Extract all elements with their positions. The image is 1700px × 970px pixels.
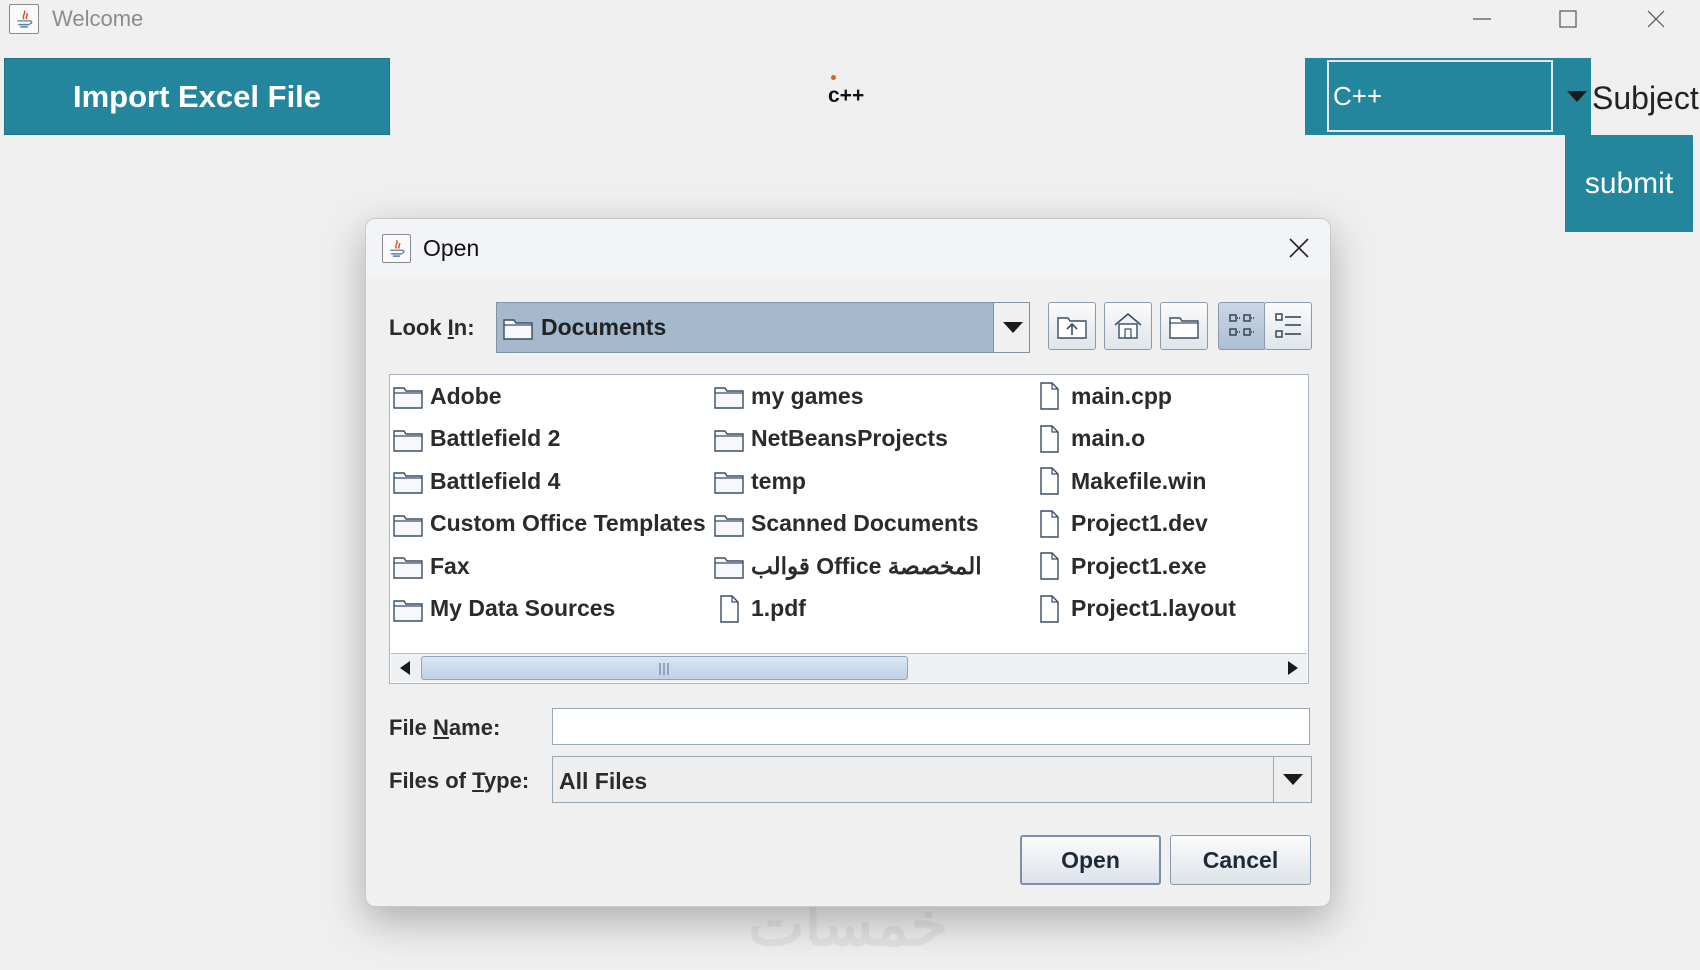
folder-icon — [393, 472, 423, 494]
folder-list-item[interactable]: temp — [713, 464, 806, 498]
window-title: Welcome — [52, 6, 144, 31]
list-item-label: Scanned Documents — [751, 510, 979, 536]
file-name-input[interactable] — [552, 708, 1310, 745]
dialog-titlebar: Open — [366, 219, 1330, 277]
file-list-item[interactable]: main.cpp — [1033, 379, 1172, 413]
list-item-label: NetBeansProjects — [751, 425, 948, 451]
cancel-button[interactable]: Cancel — [1170, 835, 1311, 885]
list-item-label: my games — [751, 382, 864, 409]
subject-combobox[interactable]: C++ — [1305, 58, 1591, 135]
list-item-label: قوالب Office المخصصة — [751, 552, 982, 579]
java-app-icon — [382, 234, 411, 263]
horizontal-scrollbar[interactable] — [391, 653, 1307, 682]
dialog-title: Open — [423, 235, 480, 261]
folder-list-item[interactable]: Battlefield 2 — [392, 422, 560, 456]
submit-button[interactable]: submit — [1565, 135, 1693, 232]
folder-list-item[interactable]: Custom Office Templates — [392, 507, 706, 541]
folder-list-item[interactable]: Fax — [392, 549, 470, 583]
list-item-label: main.o — [1071, 425, 1146, 451]
list-item-label: 1.pdf — [751, 595, 806, 621]
details-view-icon[interactable] — [1264, 302, 1312, 350]
folder-icon — [503, 319, 533, 340]
list-item-label: Fax — [430, 552, 470, 579]
file-icon — [1040, 467, 1059, 495]
folder-icon — [714, 387, 744, 409]
folder-list-item[interactable]: قوالب Office المخصصة — [713, 549, 982, 583]
file-icon — [1040, 594, 1059, 623]
list-item-label: Project1.dev — [1071, 510, 1208, 536]
file-list-item[interactable]: main.o — [1033, 422, 1145, 456]
grip-icon — [659, 663, 669, 675]
file-icon — [1040, 382, 1059, 410]
file-name-label: File Name: — [389, 715, 501, 740]
list-item-label: Project1.layout — [1071, 595, 1236, 621]
folder-list-item[interactable]: Adobe — [392, 379, 502, 413]
file-list-item[interactable]: Project1.exe — [1033, 549, 1207, 583]
folder-icon — [393, 514, 423, 537]
list-item-label: Custom Office Templates — [430, 510, 706, 536]
java-app-icon — [9, 4, 39, 34]
folder-list-item[interactable]: Scanned Documents — [713, 507, 979, 541]
file-list-item[interactable]: Project1.dev — [1033, 507, 1208, 541]
import-excel-button[interactable]: Import Excel File — [4, 58, 390, 135]
folder-list-item[interactable]: My Data Sources — [392, 592, 615, 626]
window-titlebar: Welcome — [0, 0, 1700, 38]
subject-label: Subject — [1592, 80, 1699, 116]
scroll-left-icon[interactable] — [391, 654, 419, 682]
folder-icon — [714, 514, 744, 537]
folder-icon — [393, 387, 423, 409]
look-in-value: Documents — [541, 314, 667, 340]
home-icon[interactable] — [1104, 302, 1152, 350]
file-list-item[interactable]: 1.pdf — [713, 592, 806, 626]
list-item-label: Makefile.win — [1071, 467, 1207, 494]
folder-icon — [714, 557, 744, 579]
list-item-label: main.cpp — [1071, 382, 1172, 409]
file-icon — [1040, 509, 1059, 538]
folder-list-item[interactable]: NetBeansProjects — [713, 422, 948, 456]
list-view-icon[interactable] — [1218, 302, 1266, 350]
list-item-label: Battlefield 4 — [430, 467, 561, 494]
folder-icon — [393, 599, 423, 622]
close-icon[interactable] — [1279, 231, 1319, 265]
status-dot — [831, 75, 836, 80]
new-folder-icon[interactable] — [1160, 302, 1208, 350]
list-item-label: Adobe — [430, 382, 502, 409]
list-item-label: My Data Sources — [430, 595, 616, 621]
file-icon — [720, 594, 739, 623]
folder-icon — [714, 472, 744, 494]
chevron-down-icon[interactable] — [1563, 58, 1591, 135]
scrollbar-thumb[interactable] — [421, 656, 908, 680]
folder-icon — [393, 557, 423, 579]
selected-subject-label: c++ — [828, 84, 865, 107]
file-list-item[interactable]: Project1.layout — [1033, 592, 1236, 626]
chevron-down-icon[interactable] — [1273, 757, 1311, 802]
list-item-label: temp — [751, 467, 806, 494]
open-file-dialog: Open Look In: Documents Adobe Battlefield… — [365, 218, 1331, 907]
folder-list-item[interactable]: Battlefield 4 — [392, 464, 560, 498]
folder-icon — [714, 429, 744, 452]
files-of-type-value: All Files — [559, 768, 648, 794]
close-icon[interactable] — [1626, 0, 1686, 38]
file-list-item[interactable]: Makefile.win — [1033, 464, 1206, 498]
folder-list-item[interactable]: my games — [713, 379, 864, 413]
scroll-right-icon[interactable] — [1279, 654, 1307, 682]
file-icon — [1040, 424, 1059, 453]
files-of-type-label: Files of Type: — [389, 768, 530, 793]
list-item-label: Battlefield 2 — [430, 425, 561, 451]
files-of-type-combobox[interactable]: All Files — [552, 756, 1312, 803]
up-one-level-icon[interactable] — [1048, 302, 1096, 350]
chevron-down-icon[interactable] — [993, 303, 1031, 352]
look-in-label: Look In: — [389, 315, 475, 340]
minimize-icon[interactable] — [1452, 0, 1512, 38]
file-icon — [1040, 552, 1059, 580]
subject-combobox-value[interactable]: C++ — [1327, 60, 1553, 132]
maximize-icon[interactable] — [1538, 0, 1598, 38]
open-button[interactable]: Open — [1020, 835, 1161, 885]
look-in-selected[interactable]: Documents — [497, 303, 993, 352]
list-item-label: Project1.exe — [1071, 552, 1207, 579]
look-in-combobox[interactable]: Documents — [496, 302, 1030, 353]
file-list[interactable]: Adobe Battlefield 2 Battlefield 4 Custom Of… — [389, 374, 1309, 684]
folder-icon — [393, 429, 423, 452]
